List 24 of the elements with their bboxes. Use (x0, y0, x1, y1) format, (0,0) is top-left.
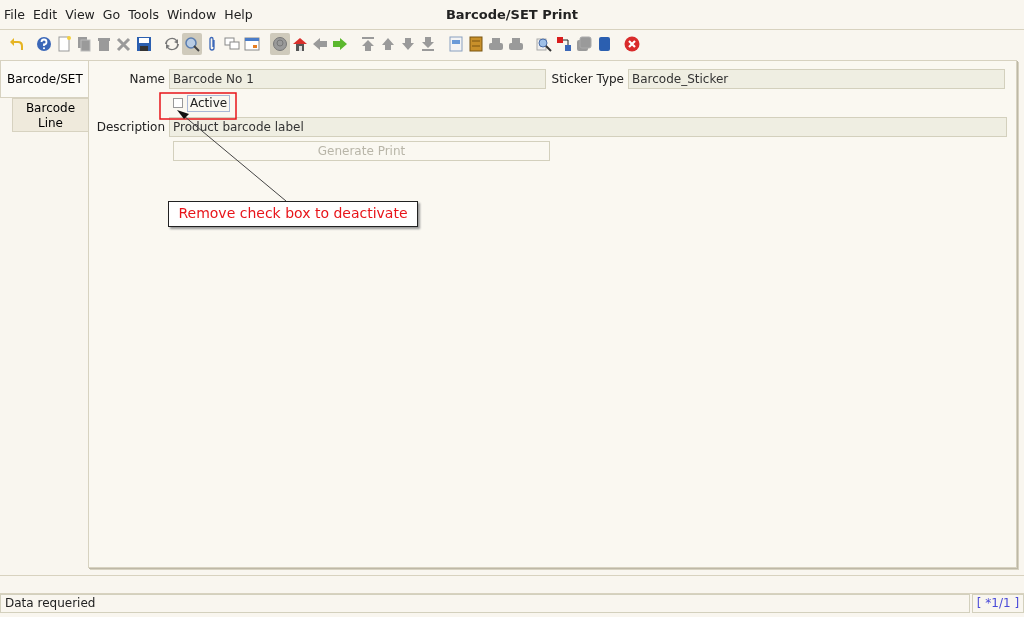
tab[interactable]: Barcode/SET (0, 60, 88, 98)
report-icon[interactable] (446, 33, 466, 55)
menu-item[interactable]: Window (162, 0, 221, 29)
menu-item[interactable]: Go (98, 0, 125, 29)
menu-item[interactable]: Edit (28, 0, 62, 29)
zoom-icon[interactable] (182, 33, 202, 55)
cabinet-icon[interactable] (466, 33, 486, 55)
checkbox-label: Active (187, 94, 231, 112)
menu-item[interactable]: File (0, 0, 29, 29)
status-message: Data requeried (0, 594, 970, 613)
field-label: Description (95, 119, 166, 136)
menu-item[interactable]: Tools (124, 0, 163, 29)
text-field[interactable]: Barcode No 1 (169, 69, 546, 89)
tab[interactable]: Barcode Line (12, 98, 88, 132)
menu-item[interactable]: Help (220, 0, 257, 29)
text-field[interactable]: Product barcode label (169, 117, 1007, 137)
field-label: Sticker Type (550, 71, 625, 88)
record-indicator: [ *1/1 ] (972, 594, 1024, 613)
text-field[interactable]: Barcode_Sticker (628, 69, 1005, 89)
callout-note: Remove check box to deactivate (168, 201, 418, 227)
window-title: Barcode/SET Print (445, 7, 579, 22)
field-label: Name (128, 71, 166, 88)
menu-item[interactable]: View (61, 0, 99, 29)
checkbox[interactable] (173, 98, 183, 108)
